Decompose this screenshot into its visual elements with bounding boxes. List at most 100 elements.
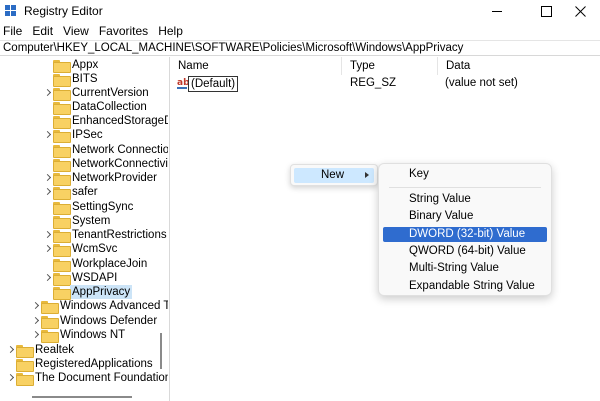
folder-icon <box>53 229 71 243</box>
tree-item[interactable]: Realtek <box>6 343 74 358</box>
tree-item-label: Windows Advanced Th <box>60 300 168 312</box>
tree-item[interactable]: Appx <box>43 58 99 73</box>
menu-edit[interactable]: Edit <box>27 22 58 40</box>
expander[interactable] <box>43 72 53 86</box>
menu-item-multi-string-value[interactable]: Multi-String Value <box>383 261 547 276</box>
minimize-button[interactable] <box>474 0 520 22</box>
tree-item[interactable]: Network Connectio <box>43 143 168 158</box>
folder-icon <box>53 172 71 186</box>
tree-item[interactable]: WSDAPI <box>43 271 118 286</box>
folder-icon <box>53 201 71 215</box>
chevron-right-icon[interactable] <box>43 86 53 100</box>
table-row[interactable]: ab (Default) REG_SZ (value not set) <box>170 76 600 92</box>
tree-vertical-scrollbar[interactable] <box>160 333 162 369</box>
tree-item[interactable]: RegisteredApplications <box>6 357 153 372</box>
tree-horizontal-scrollbar[interactable] <box>32 396 132 398</box>
tree-item-label: TenantRestrictions <box>72 229 167 241</box>
menu-item-label: New <box>321 169 345 181</box>
expander[interactable] <box>43 58 53 72</box>
folder-icon <box>41 300 59 314</box>
expander[interactable] <box>43 214 53 228</box>
chevron-right-icon[interactable] <box>31 314 41 328</box>
menu-item-new[interactable]: New <box>294 168 374 183</box>
column-header-name[interactable]: Name <box>170 57 342 75</box>
folder-icon <box>16 344 34 358</box>
expander[interactable] <box>6 357 16 371</box>
value-type: REG_SZ <box>350 77 397 89</box>
chevron-right-icon[interactable] <box>6 343 16 357</box>
new-submenu: Key String Value Binary Value DWORD (32-… <box>378 163 552 296</box>
folder-icon <box>16 358 34 372</box>
menu-file[interactable]: File <box>0 22 27 40</box>
tree-item-selected[interactable]: AppPrivacy <box>43 285 133 300</box>
tree-item-label: NetworkProvider <box>72 172 157 184</box>
menu-item-binary-value[interactable]: Binary Value <box>383 209 547 224</box>
chevron-right-icon[interactable] <box>43 242 53 256</box>
tree-item[interactable]: WorkplaceJoin <box>43 257 147 272</box>
tree-item[interactable]: The Document Foundation <box>6 371 168 386</box>
folder-icon <box>53 101 71 115</box>
folder-icon <box>53 129 71 143</box>
tree-item[interactable]: safer <box>43 185 98 200</box>
expander[interactable] <box>43 157 53 171</box>
tree-item[interactable]: SettingSync <box>43 200 133 215</box>
tree-item[interactable]: NetworkProvider <box>43 171 157 186</box>
folder-icon <box>53 272 71 286</box>
tree-item-label: WSDAPI <box>72 272 118 284</box>
chevron-right-icon[interactable] <box>31 299 41 313</box>
folder-icon <box>53 286 71 300</box>
tree-item[interactable]: BITS <box>43 72 98 87</box>
chevron-right-icon[interactable] <box>43 228 53 242</box>
chevron-right-icon[interactable] <box>43 271 53 285</box>
chevron-right-icon[interactable] <box>43 185 53 199</box>
value-name[interactable]: (Default) <box>188 76 239 92</box>
menu-item-expandable-string-value[interactable]: Expandable String Value <box>383 279 547 294</box>
tree-item[interactable]: Windows Defender <box>31 314 157 329</box>
tree-item[interactable]: EnhancedStorageDe <box>43 114 168 129</box>
chevron-right-icon[interactable] <box>43 171 53 185</box>
menu-item-dword-value[interactable]: DWORD (32-bit) Value <box>383 227 547 242</box>
expander[interactable] <box>43 114 53 128</box>
tree-item[interactable]: CurrentVersion <box>43 86 149 101</box>
chevron-right-icon[interactable] <box>43 128 53 142</box>
menu-item-key[interactable]: Key <box>383 167 547 182</box>
tree-item[interactable]: System <box>43 214 111 229</box>
tree-item[interactable]: NetworkConnectivi <box>43 157 168 172</box>
tree-item-label: safer <box>72 186 98 198</box>
tree-item[interactable]: WcmSvc <box>43 242 118 257</box>
window-title: Registry Editor <box>24 4 103 18</box>
tree-item-label: WcmSvc <box>72 243 118 255</box>
chevron-right-icon[interactable] <box>6 371 16 385</box>
tree-item[interactable]: IPSec <box>43 128 103 143</box>
folder-icon <box>53 59 71 73</box>
address-path[interactable]: Computer\HKEY_LOCAL_MACHINE\SOFTWARE\Pol… <box>3 42 463 54</box>
tree-item[interactable]: Windows NT <box>31 328 125 343</box>
menu-favorites[interactable]: Favorites <box>94 22 153 40</box>
tree-item-label: Network Connectio <box>72 144 168 156</box>
address-bar[interactable]: Computer\HKEY_LOCAL_MACHINE\SOFTWARE\Pol… <box>0 40 600 56</box>
tree-item[interactable]: Windows Advanced Th <box>31 299 168 314</box>
menu-view[interactable]: View <box>58 22 94 40</box>
tree-item-label: System <box>72 215 111 227</box>
close-button[interactable] <box>562 0 600 22</box>
registry-tree[interactable]: Appx BITS CurrentVersion DataCollection … <box>0 57 168 401</box>
tree-item[interactable]: TenantRestrictions <box>43 228 167 243</box>
menu-help[interactable]: Help <box>153 22 188 40</box>
tree-item-label: NetworkConnectivi <box>72 158 168 170</box>
folder-icon <box>53 73 71 87</box>
chevron-right-icon[interactable] <box>31 328 41 342</box>
tree-item[interactable]: DataCollection <box>43 100 147 115</box>
folder-icon <box>53 144 71 158</box>
menu-item-string-value[interactable]: String Value <box>383 192 547 207</box>
folder-icon <box>53 215 71 229</box>
expander[interactable] <box>43 200 53 214</box>
expander[interactable] <box>43 100 53 114</box>
expander[interactable] <box>43 285 53 299</box>
tree-item-label: Appx <box>72 59 99 71</box>
folder-icon <box>16 372 34 386</box>
expander[interactable] <box>43 257 53 271</box>
expander[interactable] <box>43 143 53 157</box>
menu-item-qword-value[interactable]: QWORD (64-bit) Value <box>383 244 547 259</box>
column-header-data[interactable]: Data <box>438 57 600 75</box>
column-header-type[interactable]: Type <box>342 57 438 75</box>
